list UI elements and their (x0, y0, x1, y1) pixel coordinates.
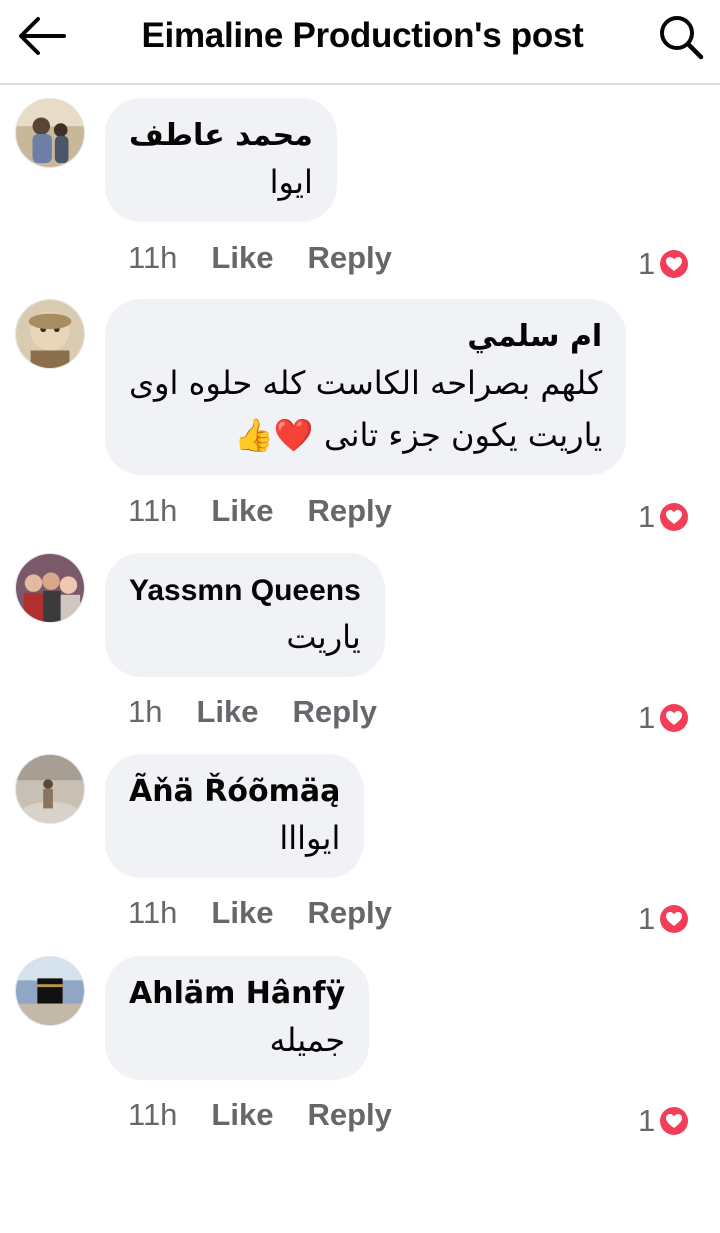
avatar[interactable] (15, 299, 85, 369)
reaction-count: 1 (638, 499, 656, 534)
reaction-count: 1 (638, 901, 656, 936)
comment-text: ايوا (269, 163, 313, 201)
comment-bubble: ام سلمي كلهم بصراحه الكاست كله حلوه اوى … (105, 299, 627, 475)
like-button[interactable]: Like (211, 1095, 273, 1135)
love-reaction-icon (660, 704, 689, 732)
comment-author[interactable]: ام سلمي (129, 317, 602, 357)
reaction-summary[interactable]: 1 (638, 497, 689, 537)
comment-author[interactable]: محمد عاطف (129, 116, 313, 156)
reply-button[interactable]: Reply (307, 491, 391, 531)
comment-time: 11h (128, 1097, 178, 1132)
comment-author[interactable]: Ãňä Řóõmäą (129, 772, 340, 812)
like-button[interactable]: Like (211, 893, 273, 933)
comment-actions: 11h Like Reply (128, 238, 392, 278)
comment-actions: 11h Like Reply (128, 1095, 392, 1135)
search-icon (660, 16, 704, 60)
comment-text: ياريت (286, 618, 361, 656)
comment-time: 11h (128, 493, 178, 528)
comment-author[interactable]: Ahläm Hânfÿ (129, 974, 345, 1014)
comment-bubble: Yassmn Queens ياريت (105, 553, 385, 677)
reaction-count: 1 (638, 700, 656, 735)
reply-button[interactable]: Reply (307, 1095, 391, 1135)
reply-button[interactable]: Reply (293, 692, 377, 732)
reaction-summary[interactable]: 1 (638, 1101, 689, 1141)
search-button[interactable] (656, 12, 706, 62)
like-button[interactable]: Like (211, 491, 273, 531)
reaction-count: 1 (638, 1103, 656, 1138)
page-title: Eimaline Production's post (141, 16, 584, 55)
love-reaction-icon (660, 503, 689, 531)
like-button[interactable]: Like (196, 692, 258, 732)
arrow-left-icon (19, 17, 66, 55)
comment-actions: 11h Like Reply (128, 893, 392, 933)
comment-text: ياريت يكون جزء تانى ❤️👍 (234, 416, 603, 454)
comment-actions: 11h Like Reply (128, 491, 392, 531)
comment-bubble: Ahläm Hânfÿ جميله (105, 956, 370, 1080)
love-reaction-icon (660, 1107, 689, 1135)
avatar[interactable] (15, 754, 85, 824)
comment-time: 11h (128, 240, 178, 275)
like-button[interactable]: Like (211, 238, 273, 278)
comment-actions: 1h Like Reply (128, 692, 377, 732)
reaction-summary[interactable]: 1 (638, 899, 689, 939)
comment-time: 1h (128, 694, 163, 729)
love-reaction-icon (660, 905, 689, 933)
avatar[interactable] (15, 956, 85, 1026)
reaction-count: 1 (638, 246, 656, 281)
comment-bubble: محمد عاطف ايوا (105, 98, 337, 222)
comment-author[interactable]: Yassmn Queens (129, 571, 361, 611)
reply-button[interactable]: Reply (307, 893, 391, 933)
comment-bubble: Ãňä Řóõmäą ايوااا (105, 754, 365, 878)
love-reaction-icon (660, 250, 689, 278)
comment-time: 11h (128, 895, 178, 930)
comment-text: جميله (269, 1021, 346, 1059)
avatar[interactable] (15, 98, 85, 168)
comment-text: ايوااا (279, 819, 341, 857)
back-button[interactable] (14, 12, 70, 60)
reaction-summary[interactable]: 1 (638, 244, 689, 284)
avatar[interactable] (15, 553, 85, 623)
reaction-summary[interactable]: 1 (638, 698, 689, 738)
reply-button[interactable]: Reply (307, 238, 391, 278)
comment-text: كلهم بصراحه الكاست كله حلوه اوى (129, 364, 603, 402)
top-bar: Eimaline Production's post (0, 0, 720, 85)
